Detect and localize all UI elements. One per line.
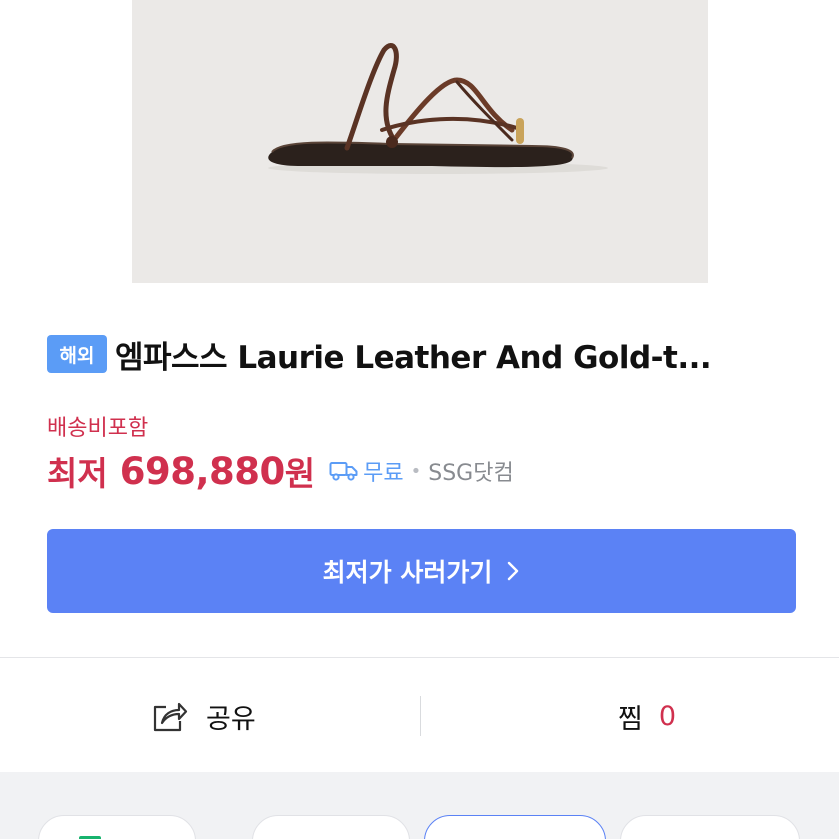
product-title: 엠파스스 Laurie Leather And Gold-t... <box>115 339 712 376</box>
price-value: 698,880 <box>119 449 286 493</box>
action-bar: 공유 찜 0 <box>0 660 839 772</box>
chevron-right-icon <box>508 561 519 581</box>
wishlist-button[interactable]: 찜 0 <box>618 694 676 738</box>
separator-dot: • <box>410 460 422 482</box>
product-image[interactable] <box>132 0 708 283</box>
filter-chip-2[interactable] <box>252 815 410 839</box>
truck-icon <box>329 460 359 482</box>
share-label: 공유 <box>206 703 256 735</box>
filter-chip-3[interactable] <box>424 815 606 839</box>
filter-chip-4[interactable] <box>620 815 800 839</box>
lowest-price-label: 최저 <box>47 454 108 493</box>
price-unit: 원 <box>284 454 316 493</box>
filter-chip-1[interactable] <box>38 815 196 839</box>
action-separator <box>420 696 421 736</box>
product-title-row: 해외 엠파스스 Laurie Leather And Gold-t... <box>47 333 807 376</box>
sandal-illustration <box>268 43 608 174</box>
free-shipping-label: 무료 <box>363 461 404 486</box>
price-row: 최저 698,880 원 무료 • SSG닷컴 <box>47 446 514 496</box>
buy-lowest-price-button[interactable]: 최저가 사러가기 <box>47 529 796 613</box>
wishlist-count: 0 <box>658 700 677 732</box>
buy-button-label: 최저가 사러가기 <box>322 558 493 587</box>
shipping-included-note: 배송비포함 <box>47 416 149 441</box>
wishlist-label: 찜 <box>618 703 643 735</box>
share-button[interactable]: 공유 <box>152 694 256 738</box>
overseas-badge: 해외 <box>47 335 107 373</box>
seller-name: SSG닷컴 <box>428 461 514 486</box>
share-icon <box>153 702 188 732</box>
section-divider <box>0 657 839 658</box>
